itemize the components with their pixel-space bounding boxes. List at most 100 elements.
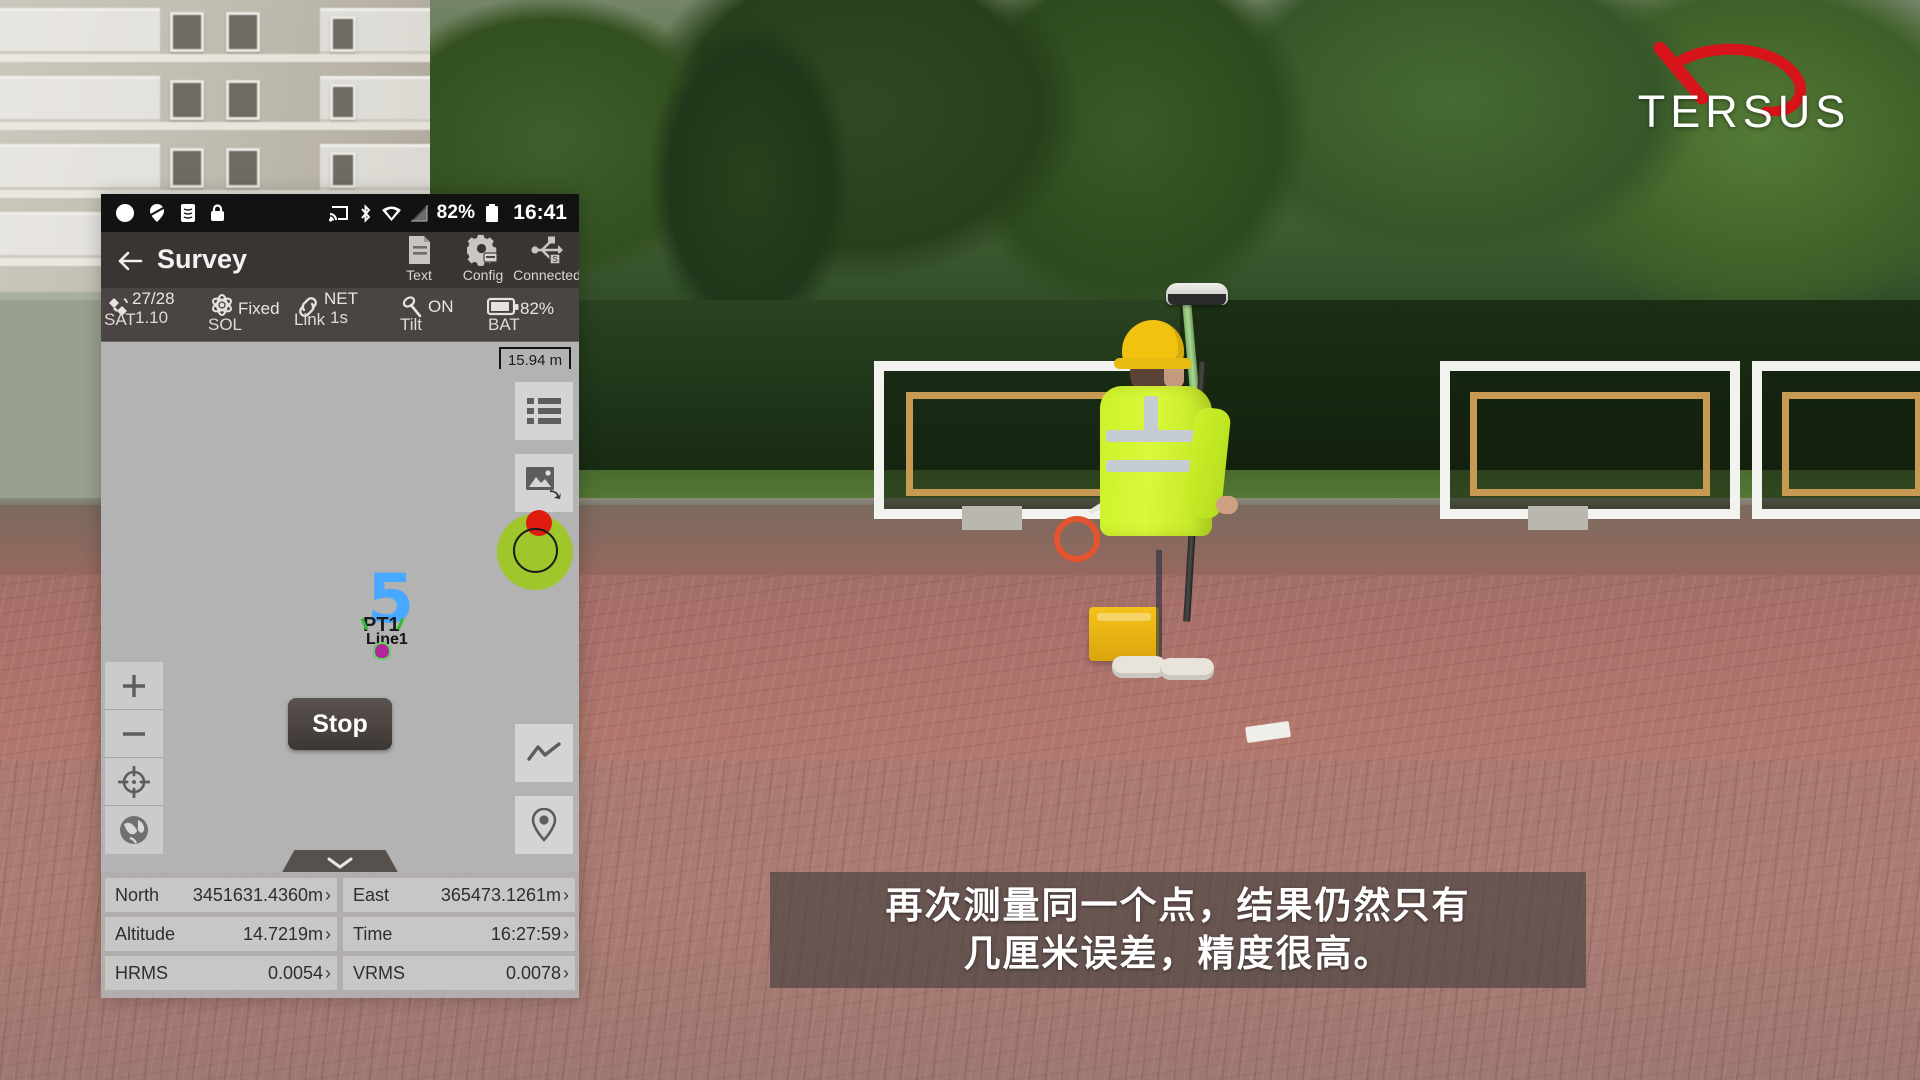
center-target-button[interactable]: [105, 758, 163, 806]
hrms-value: 0.0054: [267, 962, 323, 983]
field-altitude[interactable]: Altitude 14.7219m ›: [105, 917, 337, 951]
map-scale-bar: 15.94 m: [499, 347, 571, 369]
record-inner-ring: [513, 528, 558, 573]
sol-label: SOL: [208, 315, 243, 334]
back-arrow-icon[interactable]: [115, 246, 145, 276]
chevron-right-icon: ›: [563, 924, 569, 944]
bat-label: BAT: [488, 315, 520, 334]
balloon-icon: [148, 204, 166, 222]
hard-hat-brim: [1114, 358, 1192, 369]
layers-image-icon: [526, 467, 561, 499]
left-shoe: [1112, 656, 1166, 678]
north-value: 3451631.4360m: [192, 884, 323, 905]
crosshair-target-icon: [118, 765, 150, 798]
wood-frame-right-b: [1782, 392, 1920, 496]
chevron-right-icon: ›: [325, 885, 331, 905]
field-east[interactable]: East 365473.1261m ›: [343, 878, 575, 912]
toolbar-text-label: Text: [406, 267, 432, 283]
status-sol[interactable]: Fixed SOL: [205, 288, 291, 341]
app-title-bar: Survey Text Config S Connected: [101, 232, 579, 288]
frame-pedestal-left: [962, 506, 1022, 530]
point-list-button[interactable]: [515, 382, 573, 440]
time-value: 16:27:59: [490, 923, 561, 944]
tersus-wordmark: TERSUS: [1637, 86, 1851, 137]
basemap-globe-button[interactable]: [105, 806, 163, 854]
wifi-icon: [381, 206, 401, 221]
map-right-tools: [515, 382, 573, 512]
android-status-bar: 82% 16:41: [101, 194, 579, 232]
tilt-value: ON: [428, 297, 454, 316]
link-value: NET: [324, 289, 358, 308]
list-icon: [527, 398, 561, 424]
zoom-out-button[interactable]: [105, 710, 163, 758]
status-sat[interactable]: 27/28 SAT 1.10: [101, 288, 205, 341]
gnss-status-strip: 27/28 SAT 1.10 Fixed SOL NET Link 1s ON …: [101, 288, 579, 342]
map-bottom-tools: [515, 724, 573, 854]
toolbar-connected-button[interactable]: S Connected: [513, 234, 579, 283]
globe-icon: [120, 816, 148, 844]
status-tilt[interactable]: ON Tilt: [395, 288, 483, 341]
toolbar-text-button[interactable]: Text: [387, 234, 451, 283]
toolbar-actions: Text Config S Connected: [387, 234, 579, 283]
link-label: Link: [294, 310, 326, 329]
sat-value: 27/28: [132, 289, 175, 308]
hrms-label: HRMS: [115, 962, 168, 983]
location-pin-icon: [531, 808, 557, 842]
gear-icon: [467, 234, 498, 266]
status-link[interactable]: NET Link 1s: [291, 288, 395, 341]
svg-text:S: S: [552, 255, 557, 264]
sat-label: SAT: [104, 310, 136, 329]
link-sub: 1s: [330, 308, 348, 327]
east-label: East: [353, 884, 390, 905]
zoom-out-icon: [123, 731, 145, 736]
wood-frame-right-a: [1470, 392, 1710, 496]
right-hand: [1216, 496, 1238, 514]
table-row: Altitude 14.7219m › Time 16:27:59 ›: [105, 917, 575, 951]
chevron-right-icon: ›: [325, 963, 331, 983]
chevron-right-icon: ›: [325, 924, 331, 944]
document-icon: [409, 236, 430, 264]
cast-icon: [328, 206, 348, 222]
status-bat[interactable]: 82% BAT: [483, 288, 579, 341]
battery-icon: [486, 204, 499, 222]
chevron-right-icon: ›: [563, 963, 569, 983]
basemap-layers-button[interactable]: [515, 454, 573, 512]
table-row: HRMS 0.0054 › VRMS 0.0078 ›: [105, 956, 575, 990]
clock-label: 16:41: [513, 201, 567, 224]
chart-line-icon: [527, 742, 561, 761]
stop-button[interactable]: Stop: [288, 698, 392, 750]
chevron-right-icon: ›: [563, 885, 569, 905]
surveyor-person: [1086, 300, 1276, 680]
coordinate-data-panel: North 3451631.4360m › East 365473.1261m …: [101, 872, 579, 998]
panel-expander-button[interactable]: [280, 850, 400, 872]
point-symbol: [373, 642, 391, 660]
east-value: 365473.1261m: [440, 884, 561, 905]
locate-point-button[interactable]: [515, 796, 573, 854]
altitude-label: Altitude: [115, 923, 176, 944]
fingerprint-icon: [181, 204, 195, 222]
profile-chart-button[interactable]: [515, 724, 573, 782]
field-time[interactable]: Time 16:27:59 ›: [343, 917, 575, 951]
signal-icon: [410, 204, 428, 222]
bat-value: 82%: [520, 299, 555, 318]
page-title: Survey: [157, 244, 248, 274]
map-scale-label: 15.94 m: [507, 351, 563, 369]
frame-pedestal-right-a: [1528, 506, 1588, 530]
subtitle-line-1: 再次测量同一个点，结果仍然只有: [885, 883, 1471, 927]
subtitle-line-2: 几厘米误差，精度很高。: [963, 932, 1393, 975]
field-hrms[interactable]: HRMS 0.0054 ›: [105, 956, 337, 990]
bluetooth-icon: [360, 203, 370, 223]
usb-connected-icon: S: [531, 236, 563, 265]
chevron-down-icon: [327, 857, 353, 869]
zoom-in-icon: [123, 674, 145, 697]
reflective-band-shoulder: [1144, 396, 1158, 440]
field-north[interactable]: North 3451631.4360m ›: [105, 878, 337, 912]
field-vrms[interactable]: VRMS 0.0078 ›: [343, 956, 575, 990]
map-canvas[interactable]: 15.94 m 5 PT1 Line1 Stop: [101, 342, 579, 872]
subtitle-overlay: 再次测量同一个点，结果仍然只有 几厘米误差，精度很高。: [770, 872, 1586, 988]
time-label: Time: [353, 923, 393, 944]
record-point-button[interactable]: [497, 510, 573, 590]
zoom-in-button[interactable]: [105, 662, 163, 710]
toolbar-config-button[interactable]: Config: [451, 234, 515, 283]
screenshot-root: TERSUS 再次测量同一个点，结果仍然只有 几厘米误差，精度很高。 82% 1…: [0, 0, 1920, 1080]
